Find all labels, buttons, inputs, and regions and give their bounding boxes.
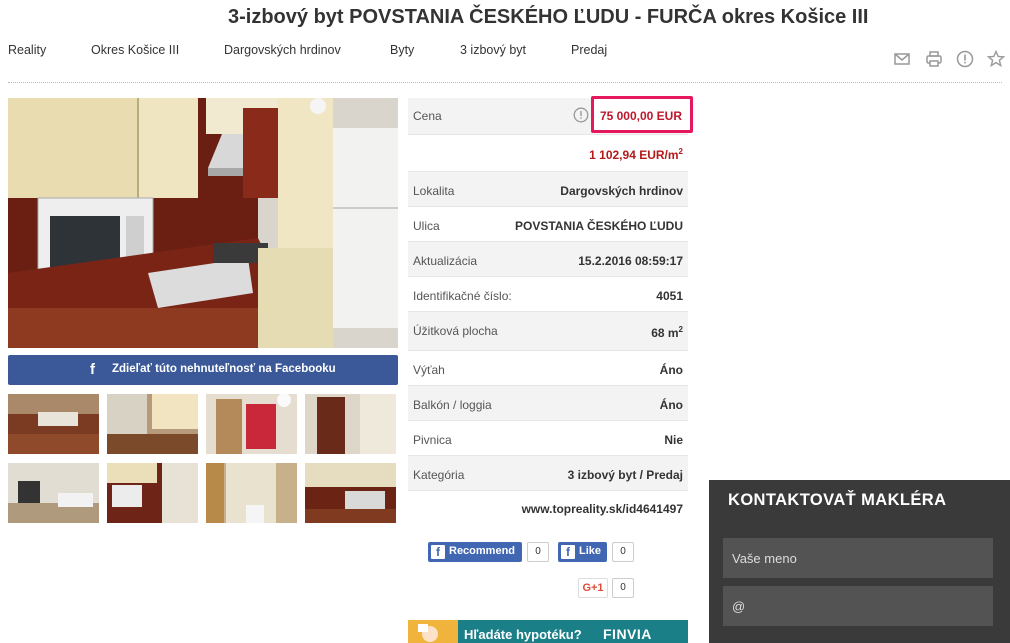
google-plus-count: 0 <box>612 578 634 598</box>
listing-url[interactable]: www.topreality.sk/id4641497 <box>522 502 683 516</box>
page-title: 3-izbový byt POVSTANIA ČESKÉHO ĽUDU - FU… <box>228 6 869 28</box>
gallery-thumbnail[interactable] <box>305 394 396 454</box>
facebook-icon: f <box>431 545 445 559</box>
facebook-icon: f <box>561 545 575 559</box>
detail-value: 4051 <box>656 289 683 303</box>
detail-label: Lokalita <box>413 184 455 198</box>
breadcrumb-item-3-izbovy[interactable]: 3 izbový byt <box>460 43 526 57</box>
detail-label: Identifikačné číslo: <box>413 289 512 303</box>
detail-value: POVSTANIA ČESKÉHO ĽUDU <box>514 219 683 233</box>
detail-label: Pivnica <box>413 433 452 447</box>
detail-row: Výťah Áno <box>408 351 688 386</box>
facebook-like: f Like 0 <box>558 542 636 562</box>
detail-row: Pivnica Nie <box>408 421 688 456</box>
detail-label: Výťah <box>413 363 445 377</box>
detail-row: Ulica POVSTANIA ČESKÉHO ĽUDU <box>408 207 688 242</box>
recommend-count: 0 <box>527 542 549 562</box>
breadcrumb-item-predaj[interactable]: Predaj <box>571 43 607 57</box>
detail-value: Áno <box>659 363 683 377</box>
star-icon[interactable] <box>986 49 1006 69</box>
mail-icon[interactable] <box>892 49 912 69</box>
email-field[interactable] <box>723 586 993 626</box>
detail-row: Identifikačné číslo: 4051 <box>408 277 688 312</box>
price-per-m2: 1 102,94 EUR/m2 <box>589 147 683 162</box>
detail-row: Úžitková plocha 68 m2 <box>408 312 688 351</box>
recommend-button[interactable]: f Recommend <box>428 542 522 562</box>
banner-illustration <box>408 620 458 643</box>
mortgage-banner[interactable]: Hľadáte hypotéku? FINVIA <box>408 620 688 643</box>
facebook-share-button[interactable]: f Zdieľať túto nehnuteľnosť na Facebooku <box>8 355 398 385</box>
detail-row: Lokalita Dargovských hrdinov <box>408 172 688 207</box>
gallery-thumbnail[interactable] <box>305 463 396 523</box>
detail-value: Dargovských hrdinov <box>560 184 683 198</box>
gallery-thumbnail[interactable] <box>8 394 99 454</box>
gallery-thumbnail[interactable] <box>206 394 297 454</box>
detail-row: Balkón / loggia Áno <box>408 386 688 421</box>
detail-row: Kategória 3 izbový byt / Predaj <box>408 456 688 491</box>
google-plus-button[interactable]: G+1 <box>578 578 608 598</box>
detail-value: Áno <box>659 398 683 412</box>
like-button[interactable]: f Like <box>558 542 607 562</box>
alert-icon[interactable] <box>955 49 975 69</box>
name-field[interactable] <box>723 538 993 578</box>
contact-title: KONTAKTOVAŤ MAKLÉRA <box>728 491 947 509</box>
gallery-thumbnail[interactable] <box>8 463 99 523</box>
google-plus: G+1 0 <box>578 578 634 598</box>
detail-value: 15.2.2016 08:59:17 <box>578 254 683 268</box>
contact-agent-panel: KONTAKTOVAŤ MAKLÉRA <box>709 480 1010 643</box>
detail-label: Aktualizácia <box>413 254 478 268</box>
breadcrumb-item-lokalita[interactable]: Dargovských hrdinov <box>224 43 341 57</box>
detail-label: Úžitková plocha <box>413 324 498 338</box>
banner-question: Hľadáte hypotéku? <box>464 627 582 642</box>
breadcrumb-item-reality[interactable]: Reality <box>8 43 46 57</box>
detail-label: Ulica <box>413 219 440 233</box>
banner-brand: FINVIA <box>603 626 652 642</box>
gallery-thumbnail[interactable] <box>107 394 198 454</box>
category-value[interactable]: 3 izbový byt / Predaj <box>568 468 683 482</box>
facebook-icon: f <box>90 361 95 378</box>
detail-value: Nie <box>664 433 683 447</box>
header-divider <box>8 82 1002 83</box>
print-icon[interactable] <box>924 49 944 69</box>
detail-label: Kategória <box>413 468 465 482</box>
detail-row: www.topreality.sk/id4641497 <box>408 491 688 524</box>
gallery-thumbnail[interactable] <box>206 463 297 523</box>
price-label: Cena <box>413 109 442 123</box>
detail-row: Aktualizácia 15.2.2016 08:59:17 <box>408 242 688 277</box>
info-icon[interactable] <box>573 107 589 123</box>
like-count: 0 <box>612 542 634 562</box>
price-value: 75 000,00 EUR <box>599 109 682 123</box>
detail-label: Balkón / loggia <box>413 398 492 412</box>
breadcrumb-item-byty[interactable]: Byty <box>390 43 414 57</box>
breadcrumb-item-okres[interactable]: Okres Košice III <box>91 43 179 57</box>
price-box: 75 000,00 EUR <box>591 96 693 133</box>
facebook-share-label: Zdieľať túto nehnuteľnosť na Facebooku <box>112 363 336 375</box>
main-photo[interactable] <box>8 98 398 348</box>
detail-value: 68 m2 <box>651 325 683 340</box>
facebook-recommend: f Recommend 0 <box>428 542 550 562</box>
gallery-thumbnail[interactable] <box>107 463 198 523</box>
